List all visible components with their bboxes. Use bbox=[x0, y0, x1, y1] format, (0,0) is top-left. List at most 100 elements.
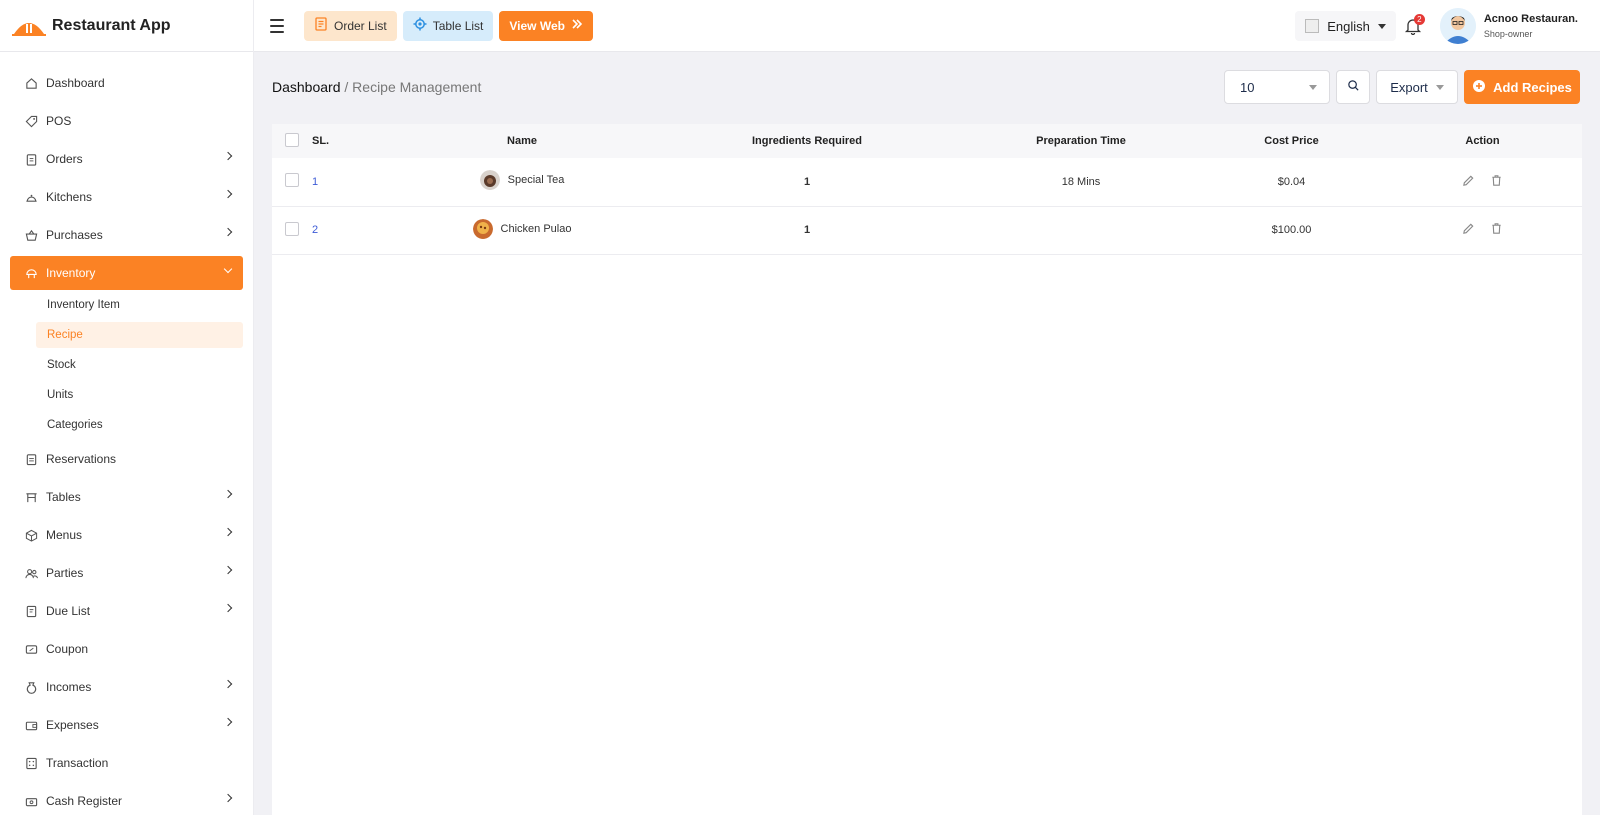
recipe-name: Chicken Pulao bbox=[500, 222, 572, 235]
column-header-cost: Cost Price bbox=[1264, 135, 1319, 147]
search-button[interactable] bbox=[1336, 70, 1370, 104]
sidebar-item-parties[interactable]: Parties bbox=[10, 556, 243, 590]
per-page-select[interactable]: 10 bbox=[1224, 70, 1330, 104]
notification-bell-icon[interactable]: 2 bbox=[1400, 13, 1426, 39]
sidebar-item-orders[interactable]: Orders bbox=[10, 142, 243, 176]
due-list-icon bbox=[24, 604, 38, 618]
sidebar-item-coupon[interactable]: Coupon bbox=[10, 632, 243, 666]
sidebar-subitem-categories[interactable]: Categories bbox=[36, 412, 243, 438]
table-icon bbox=[24, 490, 38, 504]
sidebar-subitem-units[interactable]: Units bbox=[36, 382, 243, 408]
add-recipes-button[interactable]: Add Recipes bbox=[1464, 70, 1580, 104]
avatar bbox=[1439, 8, 1476, 44]
order-list-button[interactable]: Order List bbox=[304, 10, 397, 41]
table-row: 1 Special Tea 1 18 Mins $0.04 bbox=[272, 158, 1582, 207]
breadcrumb: Dashboard / Recipe Management bbox=[272, 79, 481, 95]
export-button[interactable]: Export bbox=[1376, 70, 1458, 104]
table-gear-icon bbox=[413, 17, 427, 34]
column-header-sl: SL. bbox=[312, 135, 330, 147]
double-chevron-right-icon bbox=[571, 18, 583, 33]
column-header-action: Action bbox=[1465, 135, 1500, 147]
receipt-icon bbox=[314, 17, 328, 34]
column-header-ingredients: Ingredients Required bbox=[751, 135, 863, 147]
breadcrumb-home[interactable]: Dashboard bbox=[272, 79, 341, 95]
cash-register-icon bbox=[24, 794, 38, 808]
row-checkbox[interactable] bbox=[285, 221, 299, 236]
view-web-button[interactable]: View Web bbox=[499, 10, 593, 41]
chevron-right-icon bbox=[223, 227, 233, 237]
sidebar-item-purchases[interactable]: Purchases bbox=[10, 218, 243, 252]
inventory-submenu: Inventory Item Recipe Stock Units Catego… bbox=[10, 292, 243, 438]
calendar-icon bbox=[24, 452, 38, 466]
column-header-name: Name bbox=[507, 135, 537, 147]
sidebar-subitem-recipe[interactable]: Recipe bbox=[36, 322, 243, 348]
chevron-down-icon bbox=[1435, 84, 1444, 90]
basket-icon bbox=[24, 228, 38, 242]
sidebar-item-transaction[interactable]: Transaction bbox=[10, 746, 243, 780]
order-list-label: Order List bbox=[334, 18, 387, 33]
top-header: Restaurant App Order List Table List Vie… bbox=[0, 0, 1600, 52]
recipe-name: Special Tea bbox=[507, 174, 565, 187]
sidebar-item-kitchens[interactable]: Kitchens bbox=[10, 180, 243, 214]
table-list-label: Table List bbox=[432, 18, 484, 33]
toolbar: 10 Export Add Recipes bbox=[1224, 70, 1580, 104]
sidebar-item-tables[interactable]: Tables bbox=[10, 480, 243, 514]
sidebar-item-due-list[interactable]: Due List bbox=[10, 594, 243, 628]
user-profile[interactable]: Acnoo Restauran. Shop-owner bbox=[1439, 8, 1578, 44]
row-ingredients: 1 bbox=[652, 206, 962, 255]
chevron-down-icon bbox=[1377, 23, 1386, 29]
row-sl: 2 bbox=[312, 224, 319, 236]
sidebar-item-label: Cash Register bbox=[46, 794, 123, 808]
sidebar-item-cash-register[interactable]: Cash Register bbox=[10, 784, 243, 815]
sidebar-item-reservations[interactable]: Reservations bbox=[10, 442, 243, 476]
sidebar-item-inventory[interactable]: Inventory bbox=[10, 256, 243, 290]
search-icon bbox=[1347, 79, 1360, 95]
delete-icon[interactable] bbox=[1490, 222, 1504, 236]
chevron-right-icon bbox=[223, 679, 233, 689]
transaction-icon bbox=[24, 756, 38, 770]
sidebar-item-expenses[interactable]: Expenses bbox=[10, 708, 243, 742]
sidebar-item-label: Dashboard bbox=[46, 76, 105, 90]
menu-toggle-icon[interactable] bbox=[270, 16, 290, 36]
sidebar-item-incomes[interactable]: Incomes bbox=[10, 670, 243, 704]
column-header-prep-time: Preparation Time bbox=[1036, 135, 1126, 147]
chevron-right-icon bbox=[223, 793, 233, 803]
sidebar-item-label: Menus bbox=[46, 528, 83, 542]
language-selector[interactable]: English bbox=[1295, 11, 1396, 41]
tag-icon bbox=[24, 114, 38, 128]
edit-icon[interactable] bbox=[1462, 222, 1476, 236]
recipes-table: SL. Name Ingredients Required Preparatio… bbox=[272, 124, 1582, 255]
sidebar-subitem-inventory-item[interactable]: Inventory Item bbox=[36, 292, 243, 318]
sidebar-item-pos[interactable]: POS bbox=[10, 104, 243, 138]
app-name: Restaurant App bbox=[52, 16, 171, 34]
flag-icon bbox=[1305, 19, 1320, 33]
sidebar-item-label: Orders bbox=[46, 152, 83, 166]
chevron-down-icon bbox=[223, 264, 233, 274]
sidebar-item-label: Expenses bbox=[46, 718, 99, 732]
sidebar-item-dashboard[interactable]: Dashboard bbox=[10, 66, 243, 100]
sidebar-item-label: Purchases bbox=[46, 228, 103, 242]
chevron-right-icon bbox=[223, 151, 233, 161]
select-all-checkbox[interactable] bbox=[285, 132, 299, 147]
sidebar-item-menus[interactable]: Menus bbox=[10, 518, 243, 552]
sidebar: Dashboard POS Orders Kitchens Purchases … bbox=[0, 52, 254, 815]
recipe-thumbnail bbox=[479, 170, 500, 191]
recipes-table-card: SL. Name Ingredients Required Preparatio… bbox=[272, 124, 1582, 815]
user-role: Shop-owner bbox=[1483, 29, 1533, 39]
sidebar-item-label: Reservations bbox=[46, 452, 117, 466]
inventory-icon bbox=[24, 266, 38, 280]
delete-icon[interactable] bbox=[1490, 174, 1504, 188]
table-row: 2 Chicken Pulao 1 $100.00 bbox=[272, 206, 1582, 255]
row-prep-time bbox=[962, 206, 1200, 255]
brand[interactable]: Restaurant App bbox=[0, 0, 254, 52]
chevron-right-icon bbox=[223, 717, 233, 727]
export-label: Export bbox=[1390, 79, 1428, 95]
sidebar-subitem-stock[interactable]: Stock bbox=[36, 352, 243, 378]
home-icon bbox=[24, 76, 38, 90]
edit-icon[interactable] bbox=[1462, 174, 1476, 188]
table-list-button[interactable]: Table List bbox=[402, 10, 494, 41]
recipe-thumbnail bbox=[472, 218, 493, 239]
sidebar-item-label: Transaction bbox=[46, 756, 109, 770]
clipboard-icon bbox=[24, 152, 38, 166]
row-checkbox[interactable] bbox=[285, 173, 299, 188]
